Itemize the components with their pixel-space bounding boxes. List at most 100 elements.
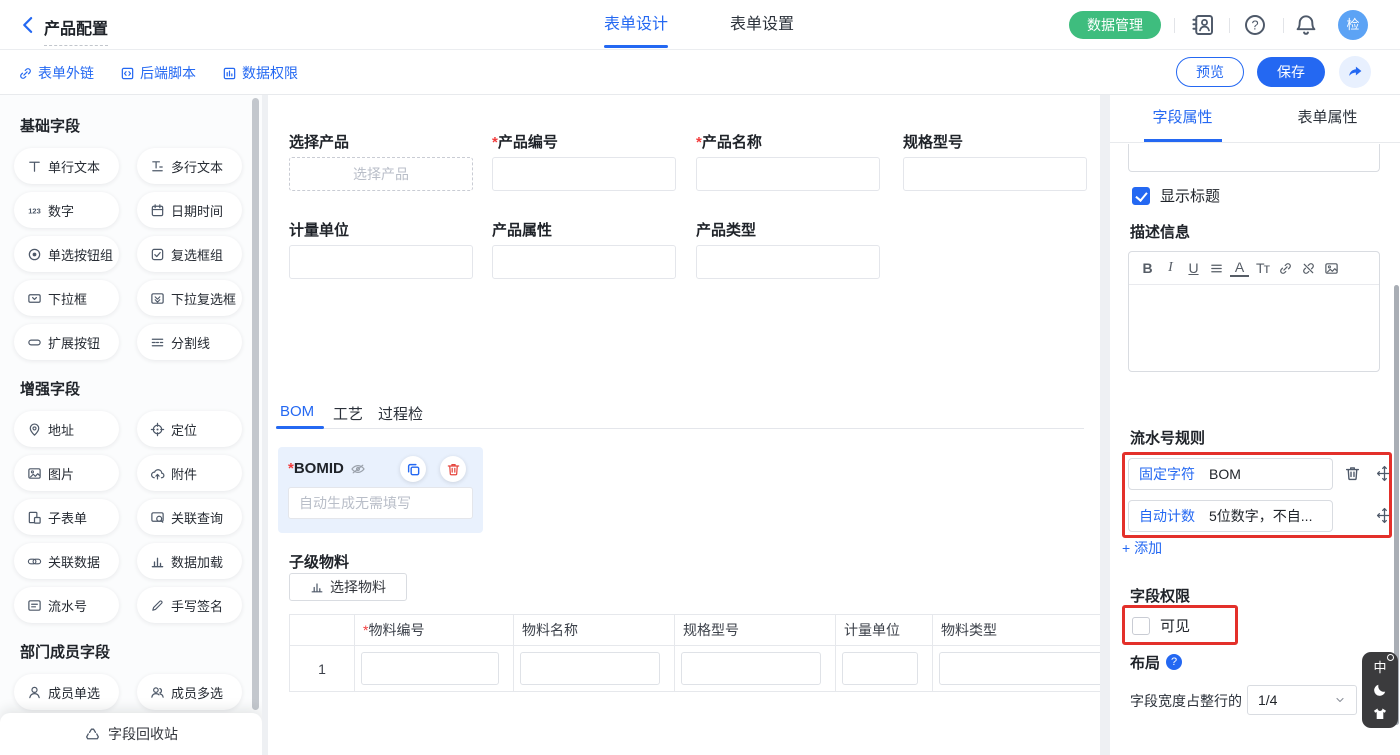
tab-form-design[interactable]: 表单设计 — [604, 0, 668, 49]
save-button[interactable]: 保存 — [1257, 57, 1325, 87]
field-product-type[interactable]: 产品类型 — [696, 219, 880, 279]
sidebar-item-subform[interactable]: 子表单 — [14, 499, 119, 535]
field-product-code[interactable]: *产品编号 — [492, 131, 676, 191]
unit-input[interactable] — [289, 245, 473, 279]
preview-button[interactable]: 预览 — [1176, 57, 1244, 87]
copy-field-button[interactable] — [400, 456, 426, 482]
add-rule-link[interactable]: + 添加 — [1122, 538, 1162, 558]
serial-rule-title: 流水号规则 — [1130, 427, 1205, 448]
select-material-button[interactable]: 选择物料 — [289, 573, 407, 601]
trash-icon — [446, 462, 461, 477]
visible-checkbox-row[interactable]: 可见 — [1132, 615, 1190, 636]
sidebar-item-signature[interactable]: 手写签名 — [137, 587, 242, 623]
sidebar-item-related-data[interactable]: 关联数据 — [14, 543, 119, 579]
unit-cell-input[interactable] — [842, 652, 918, 685]
sidebar-item-image[interactable]: 图片 — [14, 455, 119, 491]
sidebar-item-single-line-text[interactable]: 单行文本 — [14, 148, 119, 184]
field-library-sidebar: 基础字段 单行文本 多行文本 数字 日期时间 单选按钮组 复选框组 下拉框 下拉… — [0, 95, 262, 755]
backend-script-label: 后端脚本 — [140, 63, 196, 83]
sidebar-item-divider[interactable]: 分割线 — [137, 324, 242, 360]
material-code-input[interactable] — [361, 652, 499, 685]
material-name-input[interactable] — [520, 652, 660, 685]
serial-rule-fixed-char[interactable]: 固定字符 BOM — [1128, 458, 1333, 490]
show-title-checkbox[interactable] — [1132, 187, 1150, 205]
sidebar-item-serial-number[interactable]: 流水号 — [14, 587, 119, 623]
share-button[interactable] — [1339, 56, 1371, 88]
sidebar-item-multi-select[interactable]: 下拉复选框 — [137, 280, 242, 316]
product-name-input[interactable] — [696, 157, 880, 191]
delete-field-button[interactable] — [440, 456, 466, 482]
rule-move-icon[interactable] — [1376, 465, 1393, 482]
back-icon[interactable] — [18, 15, 38, 35]
sidebar-scrollbar[interactable] — [252, 98, 259, 710]
material-type-input[interactable] — [939, 652, 1100, 685]
form-external-link[interactable]: 表单外链 — [18, 63, 94, 83]
tab-form-settings[interactable]: 表单设置 — [730, 0, 794, 49]
data-permission-link[interactable]: 数据权限 — [222, 63, 298, 83]
sidebar-item-multi-line-text[interactable]: 多行文本 — [137, 148, 242, 184]
spec-model-input[interactable] — [903, 157, 1087, 191]
sidebar-item-checkbox-group[interactable]: 复选框组 — [137, 236, 242, 272]
tab-process[interactable]: 工艺 — [333, 403, 363, 424]
tab-process-check[interactable]: 过程检 — [378, 403, 423, 424]
top-header: 产品配置 表单设计 表单设置 数据管理 检 — [0, 0, 1400, 50]
sidebar-item-select[interactable]: 下拉框 — [14, 280, 119, 316]
field-width-dropdown[interactable]: 1/4 — [1247, 685, 1357, 715]
product-attr-input[interactable] — [492, 245, 676, 279]
sidebar-item-locate[interactable]: 定位 — [137, 411, 242, 447]
layout-help-icon[interactable]: ? — [1166, 654, 1182, 670]
sidebar-item-address[interactable]: 地址 — [14, 411, 119, 447]
unlink-icon[interactable] — [1299, 258, 1318, 278]
font-size-icon[interactable]: Tᴛ — [1253, 258, 1272, 278]
bold-icon[interactable]: B — [1138, 258, 1157, 278]
field-product-attr[interactable]: 产品属性 — [492, 219, 676, 279]
shirt-icon[interactable] — [1370, 704, 1390, 724]
help-icon[interactable] — [1243, 13, 1267, 37]
description-textarea[interactable] — [1129, 285, 1379, 371]
rule-delete-icon[interactable] — [1344, 465, 1361, 482]
show-title-checkbox-row[interactable]: 显示标题 — [1132, 185, 1220, 206]
align-icon[interactable] — [1207, 258, 1226, 278]
field-select-product[interactable]: 选择产品 — [289, 131, 473, 191]
backend-script-link[interactable]: 后端脚本 — [120, 63, 196, 83]
field-product-name[interactable]: *产品名称 — [696, 131, 880, 191]
field-spec-model[interactable]: 规格型号 — [903, 131, 1087, 191]
selected-field-bomid[interactable]: *BOMID — [278, 447, 483, 533]
sidebar-item-member-single[interactable]: 成员单选 — [14, 674, 119, 710]
sidebar-item-number[interactable]: 数字 — [14, 192, 119, 228]
sidebar-item-extend-button[interactable]: 扩展按钮 — [14, 324, 119, 360]
sidebar-item-attachment[interactable]: 附件 — [137, 455, 242, 491]
field-title-input-partial[interactable] — [1128, 144, 1380, 172]
link-icon[interactable] — [1276, 258, 1295, 278]
contacts-icon[interactable] — [1191, 13, 1215, 37]
rule-move-icon[interactable] — [1376, 507, 1393, 524]
sidebar-item-member-multi[interactable]: 成员多选 — [137, 674, 242, 710]
tab-form-properties[interactable]: 表单属性 — [1255, 95, 1400, 142]
bomid-input[interactable] — [288, 487, 473, 519]
field-unit[interactable]: 计量单位 — [289, 219, 473, 279]
product-type-input[interactable] — [696, 245, 880, 279]
image-icon[interactable] — [1322, 258, 1341, 278]
sidebar-item-related-query[interactable]: 关联查询 — [137, 499, 242, 535]
bell-icon[interactable] — [1294, 13, 1318, 37]
field-recycle-bin[interactable]: 字段回收站 — [0, 713, 262, 755]
form-toolbar: 表单外链 后端脚本 数据权限 预览 保存 — [0, 50, 1400, 95]
col-material-type: 物料类型 — [933, 615, 1100, 645]
avatar[interactable]: 检 — [1338, 10, 1368, 40]
select-product-input[interactable] — [289, 157, 473, 191]
tab-bom[interactable]: BOM — [280, 403, 314, 420]
moon-icon[interactable] — [1370, 680, 1390, 700]
data-manage-button[interactable]: 数据管理 — [1069, 11, 1161, 39]
product-code-input[interactable] — [492, 157, 676, 191]
sidebar-item-radio-group[interactable]: 单选按钮组 — [14, 236, 119, 272]
sidebar-item-data-load[interactable]: 数据加载 — [137, 543, 242, 579]
sidebar-item-datetime[interactable]: 日期时间 — [137, 192, 242, 228]
tab-field-properties[interactable]: 字段属性 — [1110, 95, 1255, 142]
underline-icon[interactable]: U — [1184, 258, 1203, 278]
spec-model-cell-input[interactable] — [681, 652, 821, 685]
italic-icon[interactable]: I — [1161, 258, 1180, 278]
visible-checkbox[interactable] — [1132, 617, 1150, 635]
font-color-icon[interactable]: A — [1230, 260, 1249, 277]
language-toggle[interactable]: 中 — [1370, 656, 1390, 676]
serial-rule-auto-count[interactable]: 自动计数 5位数字，不自... — [1128, 500, 1333, 532]
